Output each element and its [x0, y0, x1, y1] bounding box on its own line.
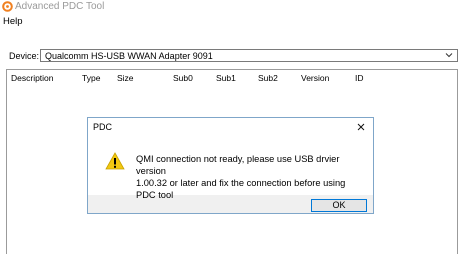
device-select-value: Qualcomm HS-USB WWAN Adapter 9091: [45, 51, 213, 61]
column-header-id[interactable]: ID: [355, 73, 364, 83]
column-header-type[interactable]: Type: [82, 73, 100, 83]
dialog-body: QMI connection not ready, please use USB…: [88, 136, 373, 200]
column-header-size[interactable]: Size: [117, 73, 134, 83]
dialog-message-line1: QMI connection not ready, please use USB…: [136, 154, 340, 176]
column-header-sub0[interactable]: Sub0: [173, 73, 193, 83]
window-title: Advanced PDC Tool: [15, 1, 105, 12]
device-label: Device:: [9, 51, 40, 61]
column-header-sub1[interactable]: Sub1: [216, 73, 236, 83]
ok-button[interactable]: OK: [311, 199, 367, 212]
column-header-version[interactable]: Version: [301, 73, 329, 83]
dialog-title-bar: PDC: [88, 118, 373, 136]
close-icon[interactable]: [355, 121, 367, 133]
warning-icon: [105, 152, 125, 170]
column-header-description[interactable]: Description: [11, 73, 54, 83]
device-select[interactable]: Qualcomm HS-USB WWAN Adapter 9091: [40, 49, 458, 62]
dialog-message: QMI connection not ready, please use USB…: [136, 153, 366, 201]
dialog-message-line2: 1.00.32 or later and fix the connection …: [136, 178, 346, 200]
menu-bar: Help: [0, 15, 460, 28]
column-header-sub2[interactable]: Sub2: [258, 73, 278, 83]
pdc-dialog: PDC QMI connection not ready, please use…: [87, 117, 374, 214]
chevron-down-icon: [445, 53, 453, 58]
title-bar: Advanced PDC Tool: [0, 0, 460, 14]
device-row: Device: Qualcomm HS-USB WWAN Adapter 909…: [0, 48, 460, 64]
dialog-title: PDC: [93, 122, 113, 132]
app-icon: [2, 1, 13, 12]
menu-help[interactable]: Help: [3, 16, 23, 27]
